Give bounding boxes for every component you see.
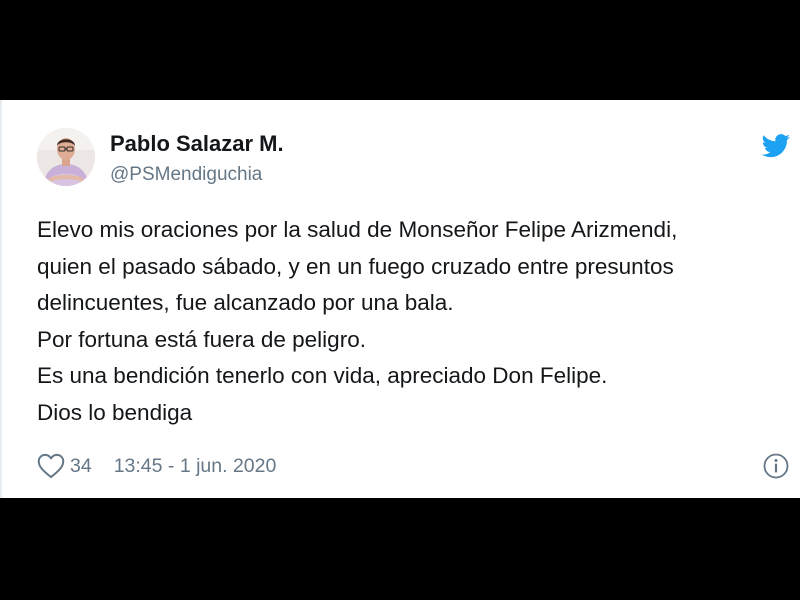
tweet-text: Elevo mis oraciones por la salud de Mons… — [37, 212, 797, 431]
tweet-footer: 34 13:45 - 1 jun. 2020 — [37, 452, 276, 480]
tweet-line: delincuentes, fue alcanzado por una bala… — [37, 290, 454, 315]
display-name[interactable]: Pablo Salazar M. — [110, 131, 284, 157]
tweet-line: Elevo mis oraciones por la salud de Mons… — [37, 217, 678, 242]
tweet-line: Dios lo bendiga — [37, 399, 193, 425]
timestamp[interactable]: 13:45 - 1 jun. 2020 — [114, 455, 277, 478]
tweet-line: Es una bendición tenerlo con vida, aprec… — [37, 363, 608, 388]
profile-photo-icon — [37, 128, 95, 186]
bottom-black-bar — [0, 498, 800, 600]
avatar[interactable] — [37, 128, 95, 186]
user-handle[interactable]: @PSMendiguchia — [110, 164, 262, 186]
tweet-line: quien el pasado sábado, y en un fuego cr… — [37, 253, 674, 279]
heart-icon[interactable] — [37, 453, 65, 479]
info-icon[interactable] — [762, 452, 790, 480]
card-border — [0, 100, 2, 498]
tweet-line: Por fortuna está fuera de peligro. — [37, 326, 366, 352]
tweet-card: Pablo Salazar M. @PSMendiguchia Elevo mi… — [0, 100, 800, 498]
like-count[interactable]: 34 — [70, 455, 92, 478]
top-black-bar — [0, 0, 800, 100]
twitter-bird-icon[interactable] — [761, 134, 791, 158]
